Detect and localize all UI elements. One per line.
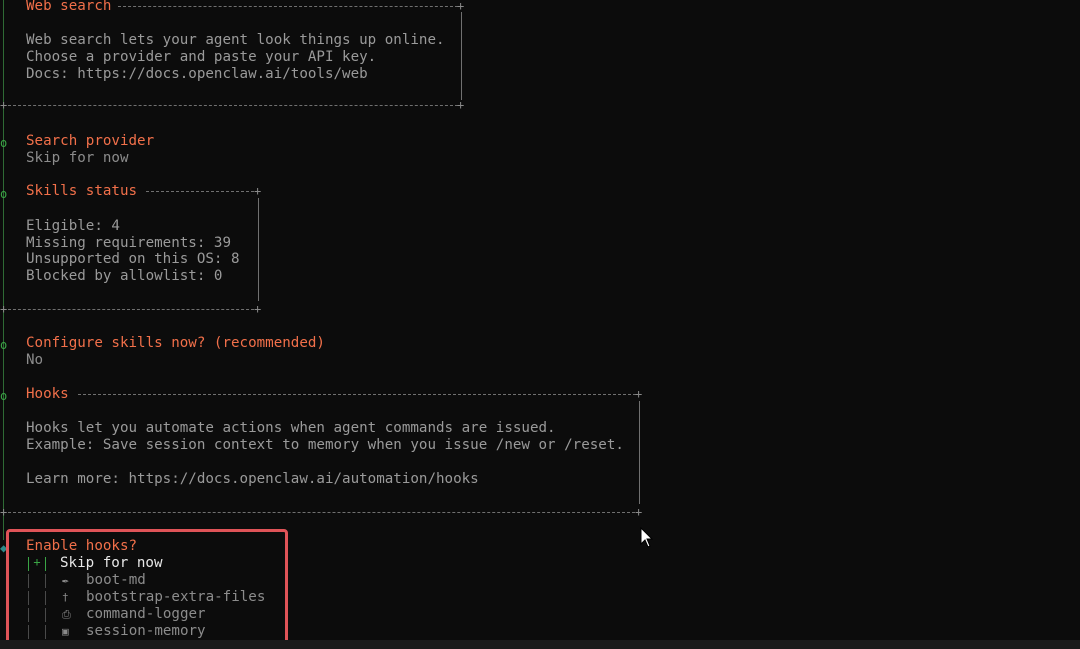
- hooks-title: Hooks: [26, 386, 69, 402]
- hooks-corner-br: +: [635, 505, 643, 519]
- skills-unsupported: Unsupported on this OS: 8: [26, 251, 240, 267]
- hooks-docs-link[interactable]: Learn more: https://docs.openclaw.ai/aut…: [26, 471, 479, 488]
- hooks-right-border: [639, 401, 640, 504]
- web-search-top-rule: [118, 6, 458, 8]
- terminal-bottom-strip: [0, 640, 1080, 649]
- skills-status-right-border: [258, 198, 259, 301]
- search-provider-value: Skip for now: [26, 150, 129, 166]
- skills-status-corner-tr: +: [254, 184, 262, 198]
- web-search-corner-tr: +: [457, 0, 465, 13]
- annotation-highlight-box: [6, 529, 288, 646]
- web-search-corner-br: +: [457, 98, 465, 112]
- skills-status-top-rule: [146, 191, 254, 193]
- skills-status-title: Skills status: [26, 183, 138, 199]
- web-search-title: Web search: [26, 0, 112, 14]
- configure-skills-title: Configure skills now? (recommended): [26, 335, 325, 351]
- configure-skills-bullet: o: [0, 338, 8, 352]
- hooks-line-1: Hooks let you automate actions when agen…: [26, 420, 556, 436]
- web-search-line-1: Web search lets your agent look things u…: [26, 32, 445, 48]
- mouse-pointer-icon: [640, 527, 654, 548]
- search-provider-bullet: o: [0, 136, 8, 150]
- hooks-bottom-rule: [8, 512, 635, 514]
- web-search-line-2: Choose a provider and paste your API key…: [26, 49, 377, 65]
- skills-missing-requirements: Missing requirements: 39: [26, 235, 231, 251]
- hooks-line-2: Example: Save session context to memory …: [26, 437, 624, 453]
- skills-status-corner-br: +: [254, 302, 262, 316]
- configure-skills-value: No: [26, 352, 44, 368]
- web-search-right-border: [461, 12, 462, 100]
- skills-blocked: Blocked by allowlist: 0: [26, 268, 223, 284]
- web-search-bottom-rule: [8, 105, 458, 107]
- hooks-top-rule: [78, 394, 636, 396]
- skills-status-bullet: o: [0, 187, 8, 201]
- web-search-docs-link[interactable]: Docs: https://docs.openclaw.ai/tools/web: [26, 66, 368, 83]
- skills-status-bottom-rule: [8, 309, 254, 311]
- hooks-corner-tr: +: [635, 387, 643, 401]
- web-search-corner-bl: +: [0, 98, 8, 112]
- hooks-bullet: o: [0, 389, 8, 403]
- hooks-corner-bl: +: [0, 505, 8, 519]
- skills-status-corner-bl: +: [0, 302, 8, 316]
- skills-eligible: Eligible: 4: [26, 218, 120, 234]
- search-provider-title: Search provider: [26, 133, 155, 149]
- gutter-line: [3, 0, 4, 540]
